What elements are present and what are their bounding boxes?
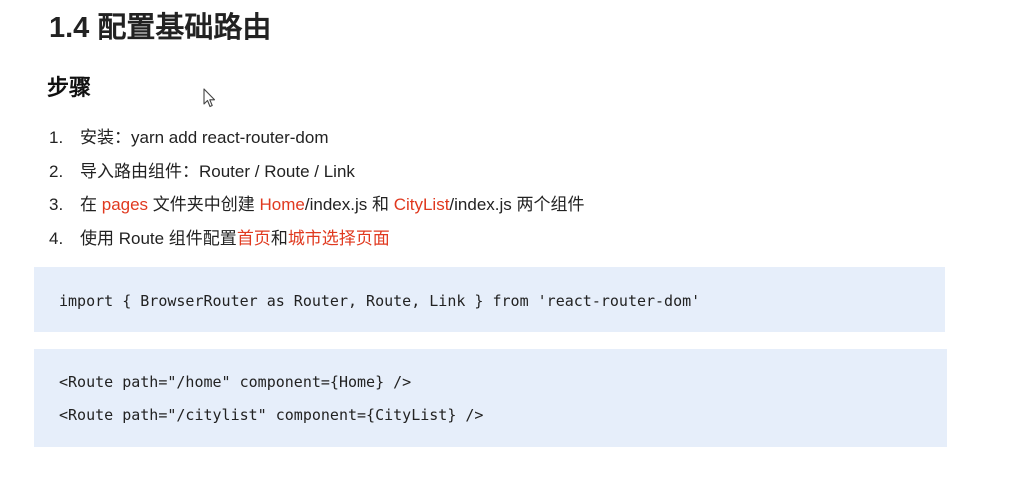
step-highlight-text: 城市选择页面 <box>287 228 390 248</box>
section-heading: 步骤 <box>47 75 92 100</box>
step-text: /index.js 和 <box>304 195 394 214</box>
step-item: 4. 使用 Route 组件配置首页和城市选择页面 <box>49 222 585 256</box>
step-text: 导入路由组件：Router / Route / Link <box>80 161 355 181</box>
step-item: 2. 导入路由组件：Router / Route / Link <box>49 155 585 189</box>
code-block-import: import { BrowserRouter as Router, Route,… <box>34 267 945 332</box>
mouse-cursor-icon <box>203 88 216 108</box>
code-line: <Route path="/home" component={Home} /> <box>59 373 412 391</box>
code-line: <Route path="/citylist" component={CityL… <box>59 406 484 424</box>
step-item: 1. 安装：yarn add react-router-dom <box>49 121 585 155</box>
step-highlight-text: CityList <box>393 195 450 214</box>
step-text: 安装：yarn add react-router-dom <box>80 128 329 147</box>
step-text: 和 <box>270 228 288 248</box>
step-highlight-text: pages <box>101 195 149 214</box>
slide: 1.4 配置基础路由 步骤 1. 安装：yarn add react-router… <box>0 0 1021 490</box>
code-block-routes: <Route path="/home" component={Home} /> <… <box>34 349 947 447</box>
step-highlight-text: Home <box>259 195 305 214</box>
step-number: 2. <box>49 161 64 181</box>
step-text: 在 <box>80 195 102 214</box>
step-text: 使用 Route 组件配置 <box>80 228 237 248</box>
page-title: 1.4 配置基础路由 <box>49 12 272 44</box>
step-highlight-text: 首页 <box>236 228 271 248</box>
step-number: 3. <box>49 195 64 214</box>
step-text: /index.js 两个组件 <box>449 195 585 214</box>
step-text: 文件夹中创建 <box>148 195 260 214</box>
step-number: 4. <box>49 228 64 248</box>
steps-list: 1. 安装：yarn add react-router-dom 2. 导入路由组件：R… <box>49 121 585 255</box>
step-number: 1. <box>49 128 64 147</box>
step-item: 3. 在 pages 文件夹中创建 Home/index.js 和 CityLis… <box>49 188 585 222</box>
code-line: import { BrowserRouter as Router, Route,… <box>59 292 701 310</box>
